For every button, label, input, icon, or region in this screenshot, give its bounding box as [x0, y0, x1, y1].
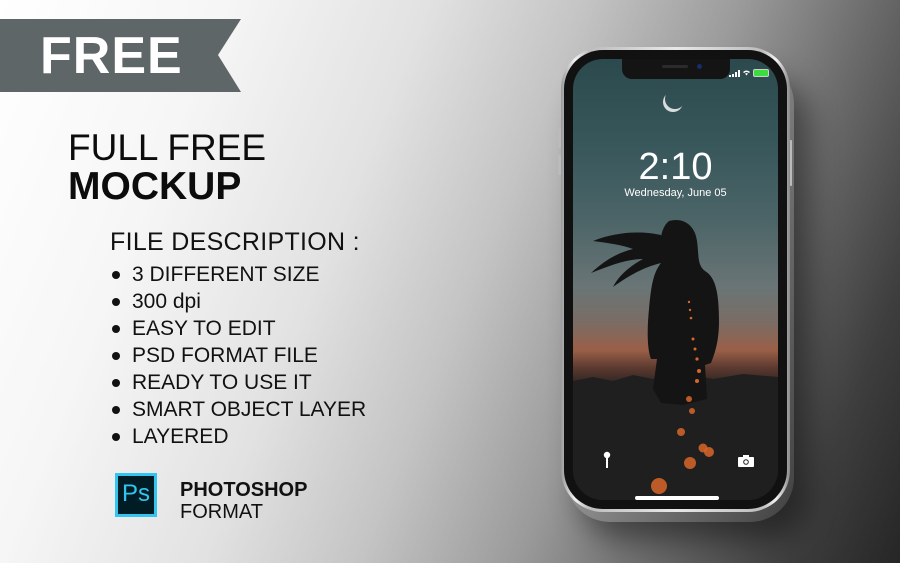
- list-item: READY TO USE IT: [112, 369, 366, 396]
- description-heading: FILE DESCRIPTION :: [110, 228, 360, 256]
- bullet-icon: [112, 378, 120, 387]
- wallpaper-silhouette: [573, 219, 778, 500]
- feature-text: 3 DIFFERENT SIZE: [132, 262, 320, 286]
- list-item: LAYERED: [112, 423, 366, 450]
- signal-icon: [729, 69, 740, 77]
- headline-line1: FULL FREE: [68, 127, 267, 168]
- feature-text: EASY TO EDIT: [132, 316, 276, 340]
- feature-text: PSD FORMAT FILE: [132, 343, 318, 367]
- lock-screen: 2:10 Wednesday, June 05: [573, 59, 778, 500]
- format-title: PHOTOSHOP: [180, 479, 308, 501]
- home-indicator[interactable]: [635, 496, 719, 500]
- bullet-icon: [112, 324, 120, 333]
- battery-icon: [753, 69, 769, 77]
- phone-frame: 2:10 Wednesday, June 05: [561, 47, 790, 512]
- wifi-icon: [743, 70, 750, 76]
- bullet-icon: [112, 297, 120, 306]
- list-item: 300 dpi: [112, 288, 366, 315]
- lock-screen-date: Wednesday, June 05: [624, 187, 727, 199]
- lock-screen-time: 2:10: [638, 146, 713, 188]
- feature-text: 300 dpi: [132, 289, 201, 313]
- phone-bezel: 2:10 Wednesday, June 05: [564, 50, 787, 509]
- moon-icon: [665, 89, 685, 109]
- bullet-icon: [112, 405, 120, 414]
- status-bar: [729, 69, 769, 77]
- feature-text: SMART OBJECT LAYER: [132, 397, 367, 421]
- bullet-icon: [112, 270, 120, 279]
- bullet-icon: [112, 351, 120, 360]
- list-item: PSD FORMAT FILE: [112, 342, 366, 369]
- feature-text: READY TO USE IT: [132, 370, 312, 394]
- notch: [621, 59, 730, 79]
- feature-list: 3 DIFFERENT SIZE 300 dpi EASY TO EDIT PS…: [112, 261, 366, 450]
- front-camera: [696, 64, 702, 69]
- list-item: SMART OBJECT LAYER: [112, 396, 366, 423]
- bullet-icon: [112, 432, 120, 441]
- speaker-grille: [661, 65, 688, 68]
- flashlight-icon[interactable]: [603, 451, 611, 469]
- list-item: EASY TO EDIT: [112, 315, 366, 342]
- free-ribbon: FREE: [0, 19, 242, 92]
- feature-text: LAYERED: [132, 424, 229, 448]
- photoshop-logo-icon: Ps: [115, 473, 157, 517]
- ribbon-label: FREE: [40, 27, 183, 85]
- camera-icon[interactable]: [738, 455, 754, 467]
- mockup-banner: FREE FULL FREE MOCKUP FILE DESCRIPTION :…: [0, 0, 900, 563]
- list-item: 3 DIFFERENT SIZE: [112, 261, 366, 288]
- headline-line2: MOCKUP: [68, 165, 242, 208]
- format-subtitle: FORMAT: [180, 501, 263, 523]
